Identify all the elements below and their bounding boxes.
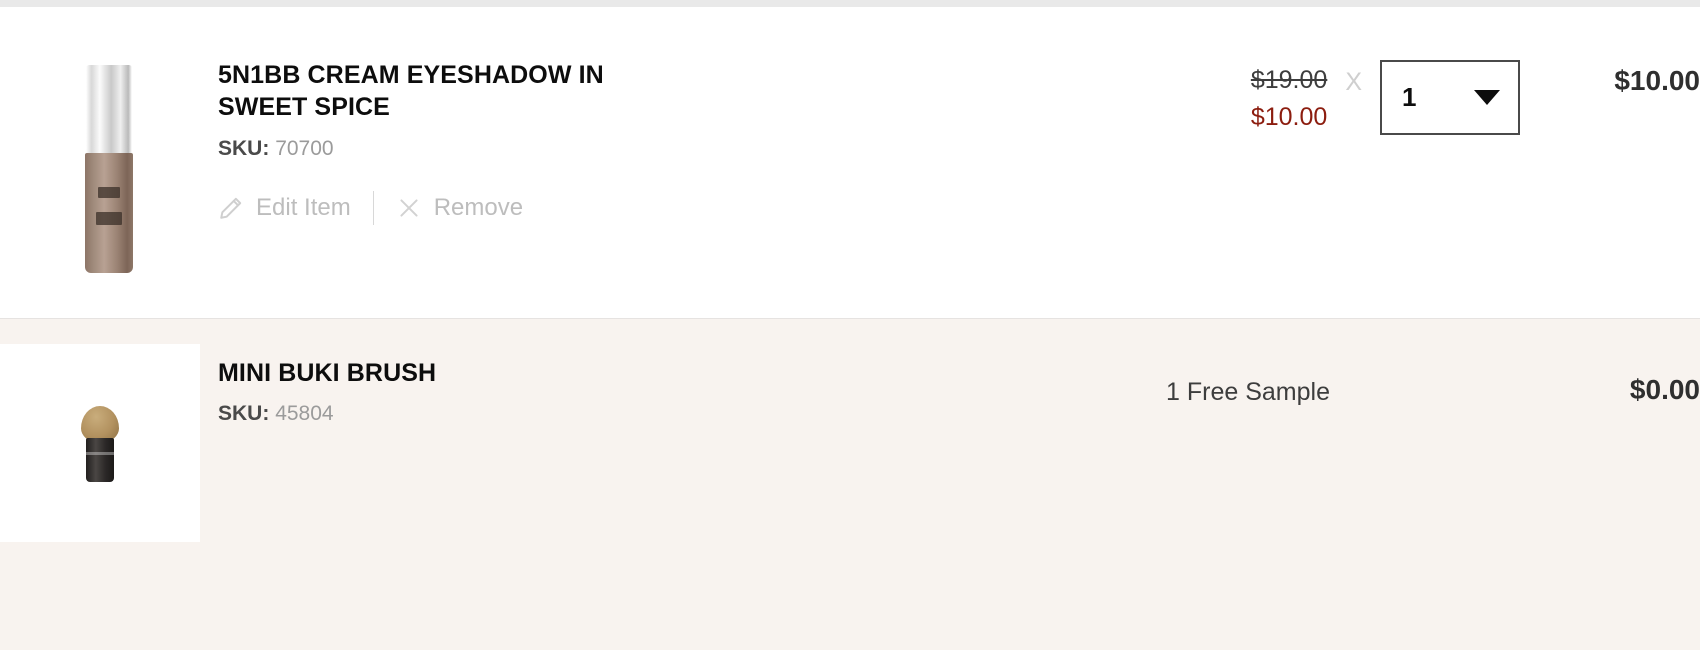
quantity-value: 1 (1402, 82, 1417, 112)
action-separator (372, 190, 374, 225)
product-thumbnail-cell (0, 7, 218, 273)
x-icon (396, 195, 422, 221)
sample-price-cell: 1 Free Sample $0.00 (1166, 319, 1700, 407)
remove-item-button[interactable]: Remove (396, 194, 523, 222)
chevron-down-icon (1474, 90, 1500, 105)
quantity-select[interactable]: 1 (1380, 60, 1520, 135)
product-title[interactable]: 5N1BB CREAM EYESHADOW IN SWEET SPICE (218, 59, 648, 124)
sale-price: $10.00 (1250, 103, 1328, 132)
brush-handle-shape (86, 438, 114, 482)
tube-cap-shape (86, 65, 132, 158)
sample-sku: SKU: 45804 (218, 402, 1166, 426)
shopping-cart-items: 5N1BB CREAM EYESHADOW IN SWEET SPICE SKU… (0, 0, 1700, 650)
multiply-symbol: X (1345, 68, 1362, 96)
free-sample-note: 1 Free Sample (1166, 378, 1330, 406)
pencil-icon (218, 195, 244, 221)
sample-info-cell: MINI BUKI BRUSH SKU: 45804 (218, 319, 1166, 426)
sku-label: SKU: (218, 136, 270, 160)
cart-row-product: 5N1BB CREAM EYESHADOW IN SWEET SPICE SKU… (0, 7, 1700, 318)
unit-price-group: $19.00 $10.00 (1177, 65, 1327, 135)
tube-label-shape (94, 183, 124, 245)
cream-eyeshadow-tube-image[interactable] (39, 35, 179, 273)
product-sku: SKU: 70700 (218, 137, 1177, 161)
product-price-cell: $19.00 $10.00 X 1 $10.00 (1177, 7, 1700, 135)
sample-line-total: $0.00 (1629, 374, 1700, 405)
edit-item-label: Edit Item (256, 193, 351, 221)
item-actions: Edit Item Remove (218, 190, 1177, 225)
product-info-cell: 5N1BB CREAM EYESHADOW IN SWEET SPICE SKU… (218, 7, 1177, 225)
sample-thumbnail-cell (0, 319, 218, 542)
sku-value: 45804 (275, 402, 334, 426)
line-total: $10.00 (1614, 65, 1700, 96)
sku-label: SKU: (218, 402, 270, 426)
edit-item-button[interactable]: Edit Item (218, 194, 351, 222)
brush-bristles-shape (81, 406, 119, 442)
top-divider (0, 0, 1700, 7)
cart-row-sample: MINI BUKI BRUSH SKU: 45804 1 Free Sample… (0, 318, 1700, 650)
remove-item-label: Remove (433, 193, 524, 221)
kabuki-brush-image[interactable] (0, 344, 200, 542)
sku-value: 70700 (275, 136, 334, 160)
original-price: $19.00 (1250, 66, 1328, 94)
sample-title[interactable]: MINI BUKI BRUSH (218, 357, 648, 389)
